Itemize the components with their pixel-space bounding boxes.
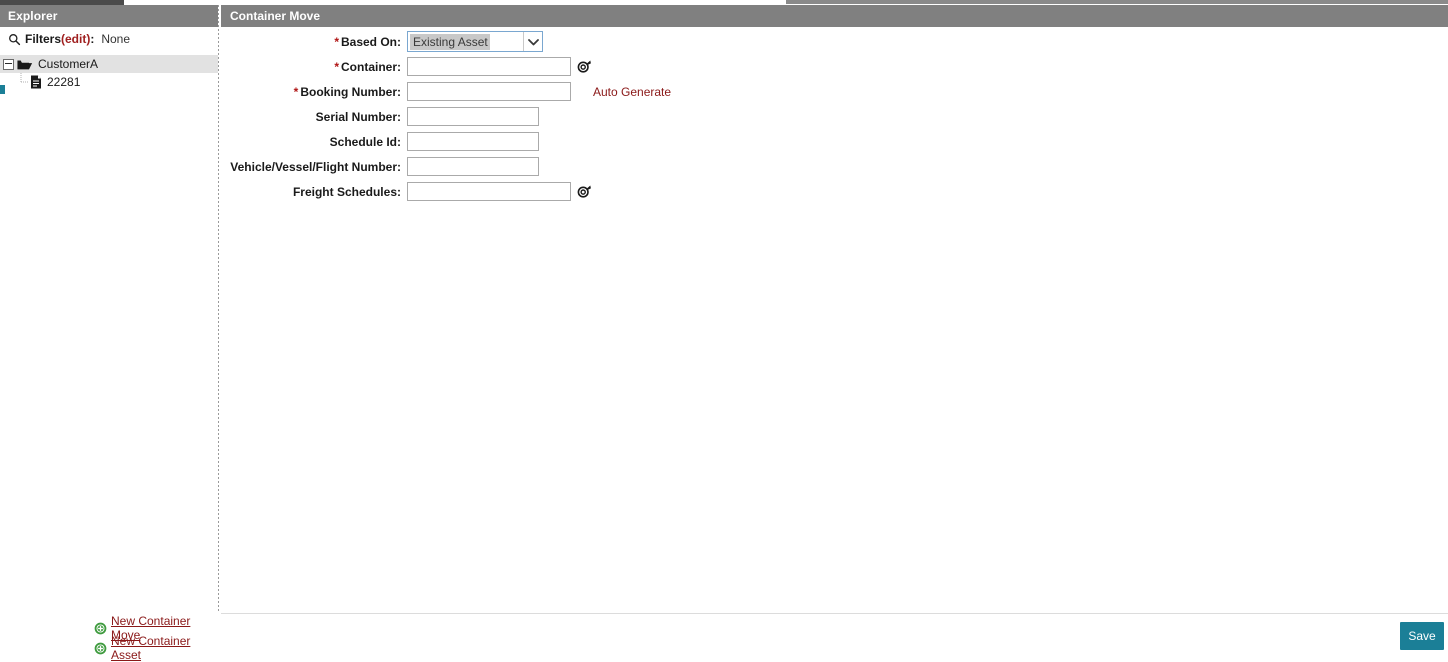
tree-node-item[interactable]: 22281 [0,73,218,91]
form-row-freight-schedules: Freight Schedules: [221,179,1448,204]
filters-colon: : [90,32,95,46]
form-row-booking-number: * Booking Number: Auto Generate [221,79,1448,104]
required-indicator: * [334,34,339,49]
open-folder-icon [17,60,33,69]
filters-label: Filters [25,32,62,46]
label-serial-number: Serial Number: [315,109,401,124]
auto-generate-link[interactable]: Auto Generate [593,85,671,99]
container-move-form: *Based On: Existing Asset *Container: [221,29,1448,204]
label-based-on: * Based On: [221,35,407,49]
page-title: Container Move [221,5,1448,27]
add-circle-icon [94,642,107,654]
new-container-asset-row[interactable]: New Container Asset [0,634,218,662]
footer-divider [221,613,1448,614]
panel-divider[interactable] [218,5,219,613]
lookup-search-icon[interactable] [577,184,592,199]
form-row-vehicle-number: Vehicle/Vessel/Flight Number: [221,154,1448,179]
tree-connector-icon [20,73,29,83]
form-row-schedule-id: Schedule Id: [221,129,1448,154]
label-text: Container: [341,59,401,74]
explorer-tree: CustomerA 22281 [0,55,218,91]
vehicle-number-input[interactable] [407,157,539,176]
schedule-id-input[interactable] [407,132,539,151]
filters-value: None [101,32,131,46]
label-container: * Container: [221,60,407,74]
serial-number-input[interactable] [407,107,539,126]
collapse-toggle-icon[interactable] [3,58,14,70]
document-icon [31,75,41,89]
chevron-down-icon[interactable] [523,32,542,51]
form-row-serial-number: Serial Number: [221,104,1448,129]
based-on-select[interactable]: Existing Asset [407,31,543,52]
based-on-selected-value: Existing Asset [410,33,490,50]
label-freight-schedules: Freight Schedules: [292,184,401,199]
explorer-title: Explorer [0,5,218,27]
tree-node-label: 22281 [47,75,81,89]
explorer-panel: Explorer Filters (edit) : None CustomerA [0,5,218,662]
panel-edge-marker[interactable] [0,85,5,94]
add-circle-icon [94,622,107,634]
label-vehicle-number: Vehicle/Vessel/Flight Number: [230,159,401,174]
main-panel: Container Move * Based On: Existing Asset… [221,5,1448,659]
required-indicator: * [293,84,299,99]
tab-stub-right [786,0,1448,4]
freight-schedules-input[interactable] [407,182,571,201]
filters-row: Filters (edit) : None [0,29,218,49]
form-row-based-on: * Based On: Existing Asset [221,29,1448,54]
filters-edit-link[interactable]: (edit) [61,32,90,46]
tree-node-label: CustomerA [38,57,99,71]
label-text: Based On: [340,34,401,49]
container-input[interactable] [407,57,571,76]
lookup-search-icon[interactable] [577,59,592,74]
tree-node-customer[interactable]: CustomerA [0,55,218,73]
required-indicator: * [334,59,339,74]
new-container-asset-link[interactable]: New Container Asset [111,634,218,662]
booking-number-input[interactable] [407,82,571,101]
label-booking-number: * Booking Number: [221,85,407,99]
explorer-action-links: New Container Move New Container Asset [0,614,218,662]
label-text: Booking Number: [300,84,401,99]
save-button[interactable]: Save [1400,622,1444,650]
form-row-container: * Container: [221,54,1448,79]
search-icon [9,33,21,45]
label-schedule-id: Schedule Id: [329,134,401,149]
